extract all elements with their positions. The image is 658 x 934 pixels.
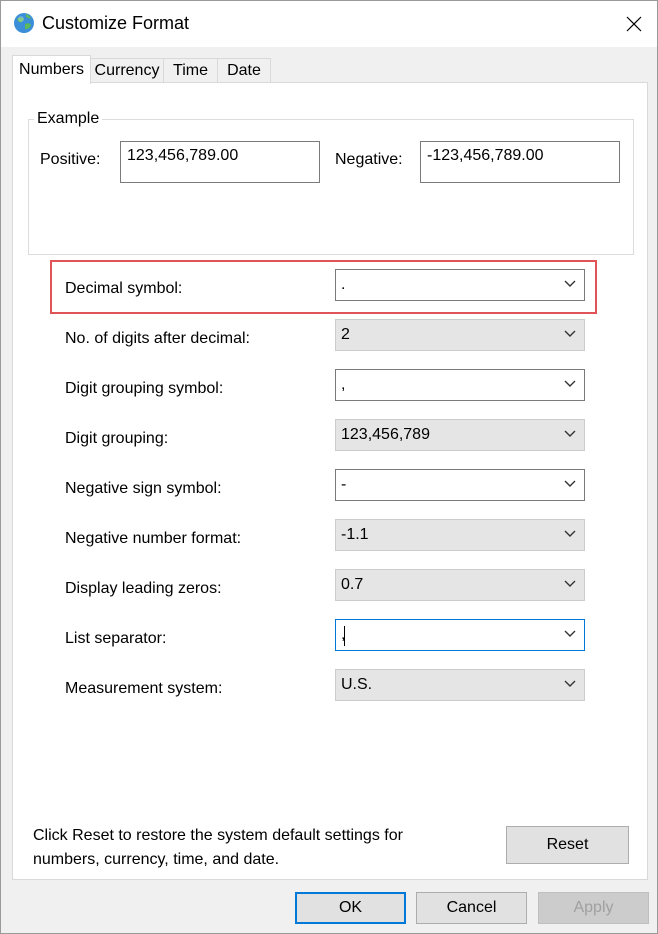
- close-icon: [626, 16, 642, 32]
- globe-icon: [14, 13, 34, 33]
- title-bar: Customize Format: [1, 1, 657, 47]
- text-caret: [344, 626, 345, 646]
- chevron-down-icon: [564, 630, 576, 637]
- reset-note-line-1: Click Reset to restore the system defaul…: [33, 827, 403, 844]
- positive-label: Positive:: [40, 151, 101, 168]
- tab-date[interactable]: Date: [217, 58, 271, 83]
- digit-grouping-combo[interactable]: 123,456,789: [335, 419, 585, 451]
- chevron-down-icon: [564, 430, 576, 437]
- display-leading-zeros-label: Display leading zeros:: [65, 580, 222, 597]
- negative-number-format-label: Negative number format:: [65, 530, 242, 547]
- example-group-label: Example: [34, 110, 103, 128]
- chevron-down-icon: [564, 580, 576, 587]
- chevron-down-icon: [564, 380, 576, 387]
- tab-currency[interactable]: Currency: [90, 58, 164, 83]
- decimal-symbol-combo[interactable]: .: [335, 269, 585, 301]
- chevron-down-icon: [564, 280, 576, 287]
- customize-format-dialog: Customize Format Numbers Currency Time D…: [0, 0, 658, 934]
- window-title: Customize Format: [42, 13, 190, 33]
- digits-after-decimal-value: 2: [341, 326, 350, 343]
- negative-example-field[interactable]: -123,456,789.00: [420, 141, 620, 183]
- tab-numbers[interactable]: Numbers: [12, 55, 91, 84]
- chevron-down-icon: [564, 480, 576, 487]
- negative-number-format-value: -1.1: [341, 526, 369, 543]
- digit-grouping-symbol-combo[interactable]: ,: [335, 369, 585, 401]
- decimal-symbol-label: Decimal symbol:: [65, 280, 183, 297]
- reset-button[interactable]: Reset: [506, 826, 629, 864]
- display-leading-zeros-value: 0.7: [341, 576, 364, 593]
- digits-after-decimal-combo[interactable]: 2: [335, 319, 585, 351]
- negative-number-format-combo[interactable]: -1.1: [335, 519, 585, 551]
- digit-grouping-symbol-label: Digit grouping symbol:: [65, 380, 224, 397]
- negative-sign-symbol-label: Negative sign symbol:: [65, 480, 222, 497]
- positive-example-field[interactable]: 123,456,789.00: [120, 141, 320, 183]
- tab-time[interactable]: Time: [163, 58, 218, 83]
- negative-sign-symbol-combo[interactable]: -: [335, 469, 585, 501]
- chevron-down-icon: [564, 680, 576, 687]
- negative-label: Negative:: [335, 151, 403, 168]
- reset-note: Click Reset to restore the system defaul…: [33, 824, 403, 872]
- apply-button[interactable]: Apply: [538, 892, 649, 924]
- chevron-down-icon: [564, 330, 576, 337]
- negative-sign-symbol-value: -: [341, 476, 347, 493]
- chevron-down-icon: [564, 530, 576, 537]
- example-group: [28, 119, 634, 255]
- digit-grouping-label: Digit grouping:: [65, 430, 169, 447]
- reset-note-line-2: numbers, currency, time, and date.: [33, 851, 280, 868]
- measurement-system-combo[interactable]: U.S.: [335, 669, 585, 701]
- list-separator-combo[interactable]: ,: [335, 619, 585, 651]
- list-separator-label: List separator:: [65, 630, 167, 647]
- close-button[interactable]: [611, 1, 657, 47]
- ok-button[interactable]: OK: [295, 892, 406, 924]
- measurement-system-label: Measurement system:: [65, 680, 223, 697]
- decimal-symbol-value: .: [341, 276, 346, 293]
- cancel-button[interactable]: Cancel: [416, 892, 527, 924]
- display-leading-zeros-combo[interactable]: 0.7: [335, 569, 585, 601]
- digit-grouping-symbol-value: ,: [341, 376, 346, 393]
- measurement-system-value: U.S.: [341, 676, 373, 693]
- digits-after-decimal-label: No. of digits after decimal:: [65, 330, 250, 347]
- digit-grouping-value: 123,456,789: [341, 426, 430, 443]
